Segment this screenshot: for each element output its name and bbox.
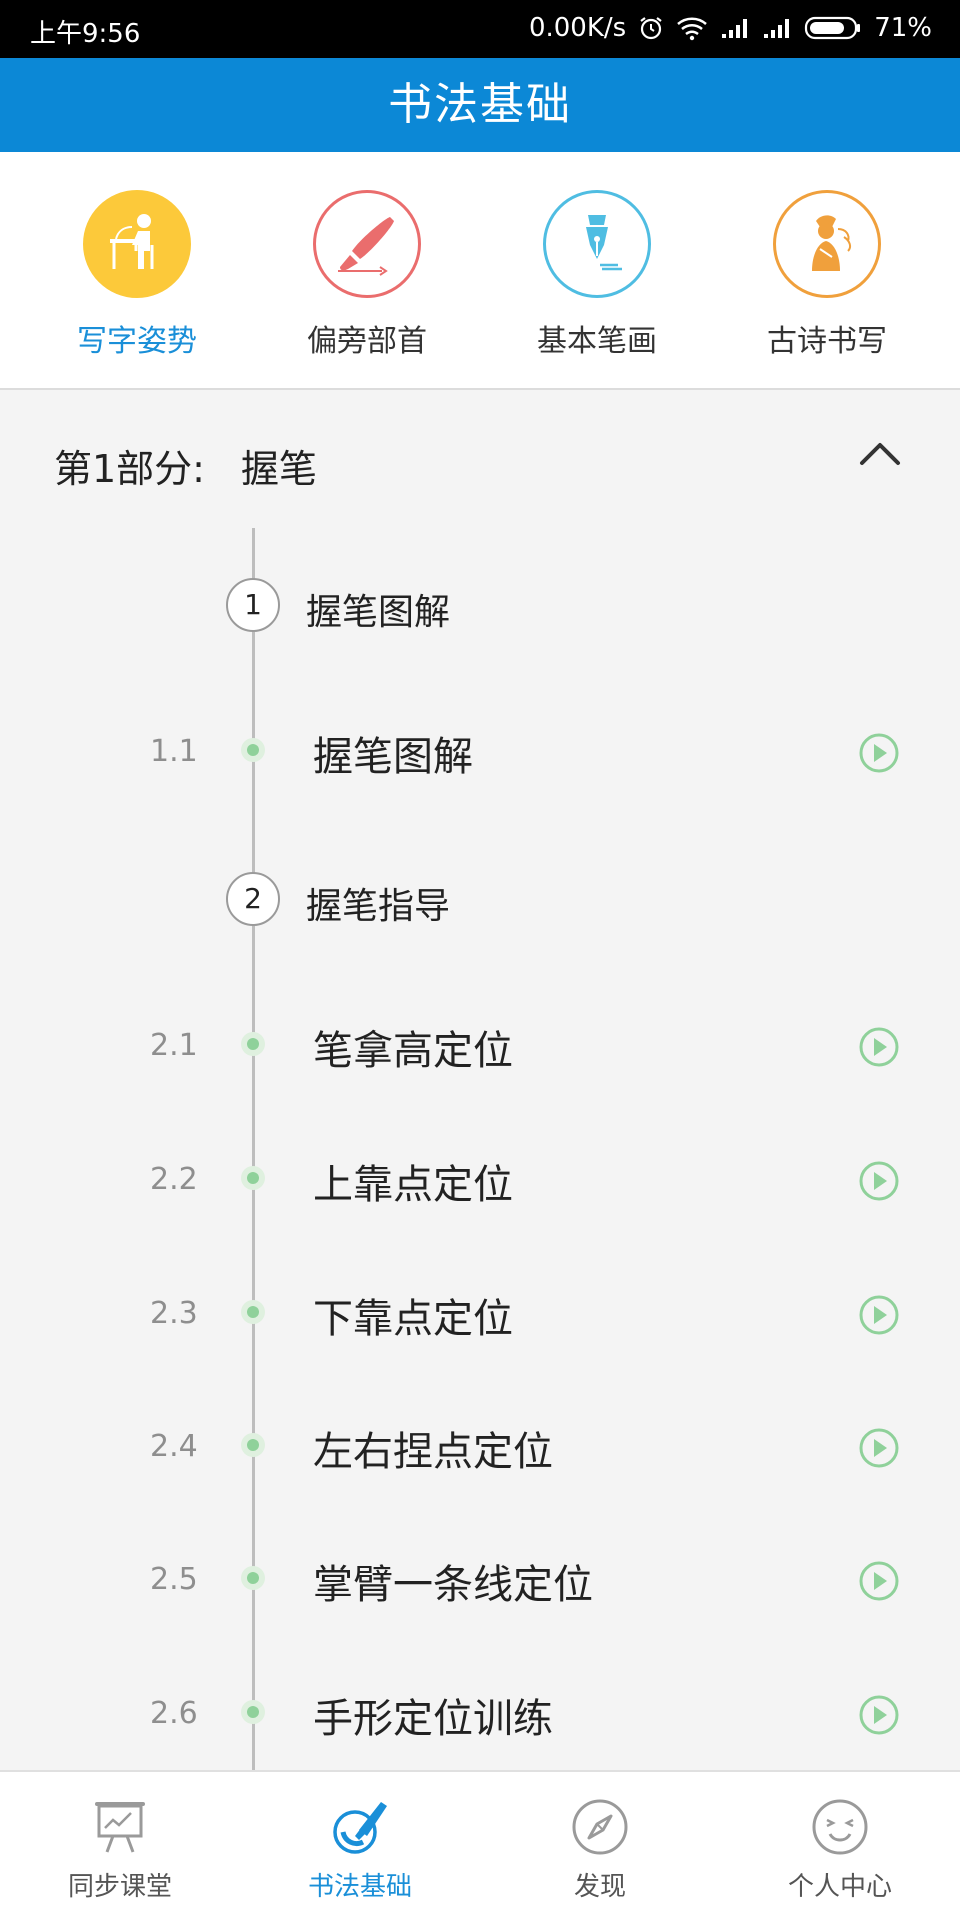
play-icon[interactable] xyxy=(858,1560,900,1602)
status-right: 0.00K/s 71% xyxy=(529,13,932,43)
tab-sync-class[interactable]: 同步课堂 xyxy=(0,1772,240,1920)
page-header: 书法基础 xyxy=(0,58,960,152)
wifi-icon xyxy=(677,17,708,41)
lesson-index: 2.5 xyxy=(150,1562,198,1597)
battery-icon xyxy=(805,16,861,40)
play-icon[interactable] xyxy=(858,1427,900,1469)
play-icon[interactable] xyxy=(858,1026,900,1068)
tab-label: 书法基础 xyxy=(307,1872,412,1902)
category-row: 写字姿势 偏旁部首 基本笔画 古诗书写 xyxy=(0,152,960,390)
play-icon[interactable] xyxy=(858,732,900,774)
lesson-index: 2.3 xyxy=(150,1296,198,1331)
signal-icon-2 xyxy=(764,19,790,38)
smiley-face-icon xyxy=(812,1799,868,1855)
tab-discover[interactable]: 发现 xyxy=(480,1772,720,1920)
group-title: 握笔指导 xyxy=(306,886,451,927)
sitting-writing-icon xyxy=(83,190,191,298)
poet-icon xyxy=(773,190,881,298)
lesson-title: 握笔图解 xyxy=(313,734,473,780)
group-title: 握笔图解 xyxy=(306,592,451,633)
battery-level: 71% xyxy=(874,13,932,43)
section-header[interactable]: 第1部分: 握笔 xyxy=(0,392,960,522)
tab-label: 发现 xyxy=(573,1872,626,1902)
section-number: 第1部分: xyxy=(54,447,205,491)
play-icon[interactable] xyxy=(858,1160,900,1202)
lesson-index: 2.1 xyxy=(150,1028,198,1063)
section-name: 握笔 xyxy=(240,447,317,491)
signal-icon xyxy=(722,19,748,38)
brush-icon xyxy=(313,190,421,298)
lesson-index: 2.2 xyxy=(150,1162,198,1197)
category-radicals[interactable]: 偏旁部首 xyxy=(252,152,482,388)
brush-pot-icon xyxy=(333,1802,387,1854)
tab-label: 同步课堂 xyxy=(67,1872,172,1902)
tab-label: 个人中心 xyxy=(787,1872,892,1902)
lesson-title: 上靠点定位 xyxy=(313,1162,513,1208)
timeline-dot xyxy=(241,1566,265,1590)
timeline-dot xyxy=(241,1300,265,1324)
category-poem-writing[interactable]: 古诗书写 xyxy=(712,152,942,388)
category-writing-posture[interactable]: 写字姿势 xyxy=(22,152,252,388)
timeline-dot xyxy=(241,1166,265,1190)
lesson-index: 1.1 xyxy=(150,734,198,769)
category-label: 写字姿势 xyxy=(77,324,197,359)
category-label: 偏旁部首 xyxy=(307,324,427,359)
lesson-title: 手形定位训练 xyxy=(313,1696,553,1742)
network-speed: 0.00K/s xyxy=(528,13,627,43)
play-icon[interactable] xyxy=(858,1294,900,1336)
chevron-up-icon[interactable] xyxy=(858,438,902,468)
lesson-index: 2.6 xyxy=(150,1696,198,1731)
timeline-dot xyxy=(241,738,265,762)
lesson-title: 左右捏点定位 xyxy=(313,1429,553,1475)
status-bar: 上午9:56 0.00K/s 71% xyxy=(0,0,960,58)
timeline-dot xyxy=(241,1032,265,1056)
timeline-dot xyxy=(241,1433,265,1457)
category-label: 基本笔画 xyxy=(537,324,657,359)
compass-icon xyxy=(572,1799,628,1855)
play-icon[interactable] xyxy=(858,1694,900,1736)
group-number: 1 xyxy=(226,578,280,632)
category-basic-strokes[interactable]: 基本笔画 xyxy=(482,152,712,388)
category-label: 古诗书写 xyxy=(767,324,887,359)
section-title: 第1部分: 握笔 xyxy=(54,438,317,493)
pen-nib-icon xyxy=(543,190,651,298)
tab-personal-center[interactable]: 个人中心 xyxy=(720,1772,960,1920)
status-time: 上午9:56 xyxy=(30,19,141,49)
presentation-board-icon xyxy=(95,1802,145,1853)
group-number: 2 xyxy=(226,872,280,926)
alarm-icon xyxy=(640,17,662,40)
lesson-title: 下靠点定位 xyxy=(313,1296,513,1342)
lesson-title: 掌臂一条线定位 xyxy=(313,1562,593,1608)
tab-calligraphy-basics[interactable]: 书法基础 xyxy=(240,1772,480,1920)
timeline-dot xyxy=(241,1700,265,1724)
lesson-title: 笔拿高定位 xyxy=(313,1028,513,1074)
page-title: 书法基础 xyxy=(388,79,572,130)
bottom-nav: 同步课堂 书法基础 发现 个人中心 xyxy=(0,1770,960,1920)
lesson-index: 2.4 xyxy=(150,1429,198,1464)
